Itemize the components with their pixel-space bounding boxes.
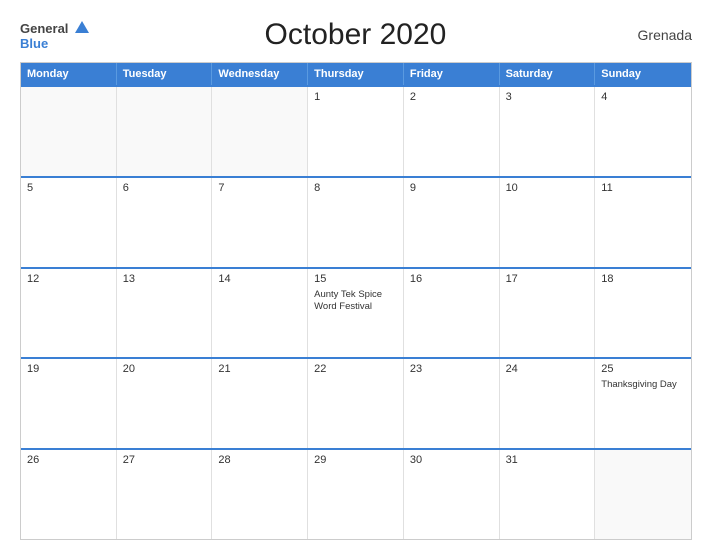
- calendar-cell: 13: [117, 269, 213, 358]
- logo: General Blue: [20, 21, 89, 50]
- cell-date: 4: [601, 91, 685, 103]
- calendar-cell: 25 Thanksgiving Day: [595, 359, 691, 448]
- cell-date: 1: [314, 91, 397, 103]
- day-header-monday: Monday: [21, 63, 117, 85]
- calendar-title: October 2020: [89, 18, 622, 52]
- cell-date: 29: [314, 454, 397, 466]
- cell-event: Thanksgiving Day: [601, 379, 685, 391]
- calendar-cell: 6: [117, 178, 213, 267]
- calendar-cell: 31: [500, 450, 596, 539]
- cell-date: 6: [123, 182, 206, 194]
- calendar-cell: 21: [212, 359, 308, 448]
- cell-date: 14: [218, 273, 301, 285]
- calendar-cell: [595, 450, 691, 539]
- calendar-cell: 18: [595, 269, 691, 358]
- cell-date: 22: [314, 363, 397, 375]
- cell-date: 19: [27, 363, 110, 375]
- cell-date: 26: [27, 454, 110, 466]
- calendar-page: General Blue October 2020 Grenada Monday…: [0, 0, 712, 550]
- calendar-cell: 5: [21, 178, 117, 267]
- calendar-cell: 20: [117, 359, 213, 448]
- cell-date: 9: [410, 182, 493, 194]
- calendar-cell: 27: [117, 450, 213, 539]
- day-header-tuesday: Tuesday: [117, 63, 213, 85]
- calendar-row-0: 1 2 34: [21, 85, 691, 176]
- calendar-cell: 16: [404, 269, 500, 358]
- logo-general-text: General: [20, 21, 68, 36]
- calendar-cell: 29: [308, 450, 404, 539]
- calendar-cell: 12: [21, 269, 117, 358]
- cell-date: 3: [506, 91, 589, 103]
- cell-date: 31: [506, 454, 589, 466]
- logo-blue-text: Blue: [20, 37, 48, 50]
- calendar-cell: 28: [212, 450, 308, 539]
- calendar-cell: 4: [595, 87, 691, 176]
- calendar-cell: 7: [212, 178, 308, 267]
- cell-date: 10: [506, 182, 589, 194]
- calendar-cell: 19: [21, 359, 117, 448]
- cell-date: 17: [506, 273, 589, 285]
- calendar: MondayTuesdayWednesdayThursdayFridaySatu…: [20, 62, 692, 540]
- calendar-cell: 26: [21, 450, 117, 539]
- country-name: Grenada: [622, 27, 692, 43]
- calendar-cell: 23: [404, 359, 500, 448]
- calendar-cell: 9: [404, 178, 500, 267]
- cell-date: 18: [601, 273, 685, 285]
- calendar-cell: 22: [308, 359, 404, 448]
- cell-date: 21: [218, 363, 301, 375]
- calendar-body: 123456789101112131415Aunty Tek Spice Wor…: [21, 85, 691, 539]
- header: General Blue October 2020 Grenada: [20, 18, 692, 52]
- calendar-cell: [21, 87, 117, 176]
- calendar-cell: 3: [500, 87, 596, 176]
- calendar-cell: 15 Aunty Tek Spice Word Festival: [308, 269, 404, 358]
- calendar-cell: 14: [212, 269, 308, 358]
- calendar-cell: 1: [308, 87, 404, 176]
- cell-date: 5: [27, 182, 110, 194]
- day-header-friday: Friday: [404, 63, 500, 85]
- calendar-cell: 2: [404, 87, 500, 176]
- logo-triangle-icon: [75, 21, 89, 33]
- calendar-row-2: 12 13 14 15 Aunty Tek Spice Word Festival 16 1…: [21, 267, 691, 358]
- day-header-thursday: Thursday: [308, 63, 404, 85]
- logo-top: General: [20, 21, 89, 37]
- day-header-wednesday: Wednesday: [212, 63, 308, 85]
- calendar-cell: [212, 87, 308, 176]
- day-header-saturday: Saturday: [500, 63, 596, 85]
- calendar-header: MondayTuesdayWednesdayThursdayFridaySatu…: [21, 63, 691, 85]
- cell-date: 2: [410, 91, 493, 103]
- cell-date: 8: [314, 182, 397, 194]
- cell-date: 20: [123, 363, 206, 375]
- cell-date: 13: [123, 273, 206, 285]
- cell-date: 16: [410, 273, 493, 285]
- calendar-cell: 8: [308, 178, 404, 267]
- calendar-cell: 11: [595, 178, 691, 267]
- calendar-cell: 30: [404, 450, 500, 539]
- calendar-row-3: 19 20 21 22 23 24 25 Thanksgiving Day: [21, 357, 691, 448]
- calendar-row-4: 26 27 28 29 30 31: [21, 448, 691, 539]
- cell-date: 24: [506, 363, 589, 375]
- cell-date: 12: [27, 273, 110, 285]
- calendar-cell: 24: [500, 359, 596, 448]
- cell-date: 27: [123, 454, 206, 466]
- cell-date: 23: [410, 363, 493, 375]
- cell-date: 7: [218, 182, 301, 194]
- cell-date: 11: [601, 182, 685, 194]
- cell-date: 15: [314, 273, 397, 285]
- cell-event: Aunty Tek Spice Word Festival: [314, 289, 397, 314]
- cell-date: 25: [601, 363, 685, 375]
- calendar-cell: [117, 87, 213, 176]
- calendar-cell: 17: [500, 269, 596, 358]
- cell-date: 30: [410, 454, 493, 466]
- calendar-row-1: 5 67 8 9 10 11: [21, 176, 691, 267]
- cell-date: 28: [218, 454, 301, 466]
- calendar-cell: 10: [500, 178, 596, 267]
- day-header-sunday: Sunday: [595, 63, 691, 85]
